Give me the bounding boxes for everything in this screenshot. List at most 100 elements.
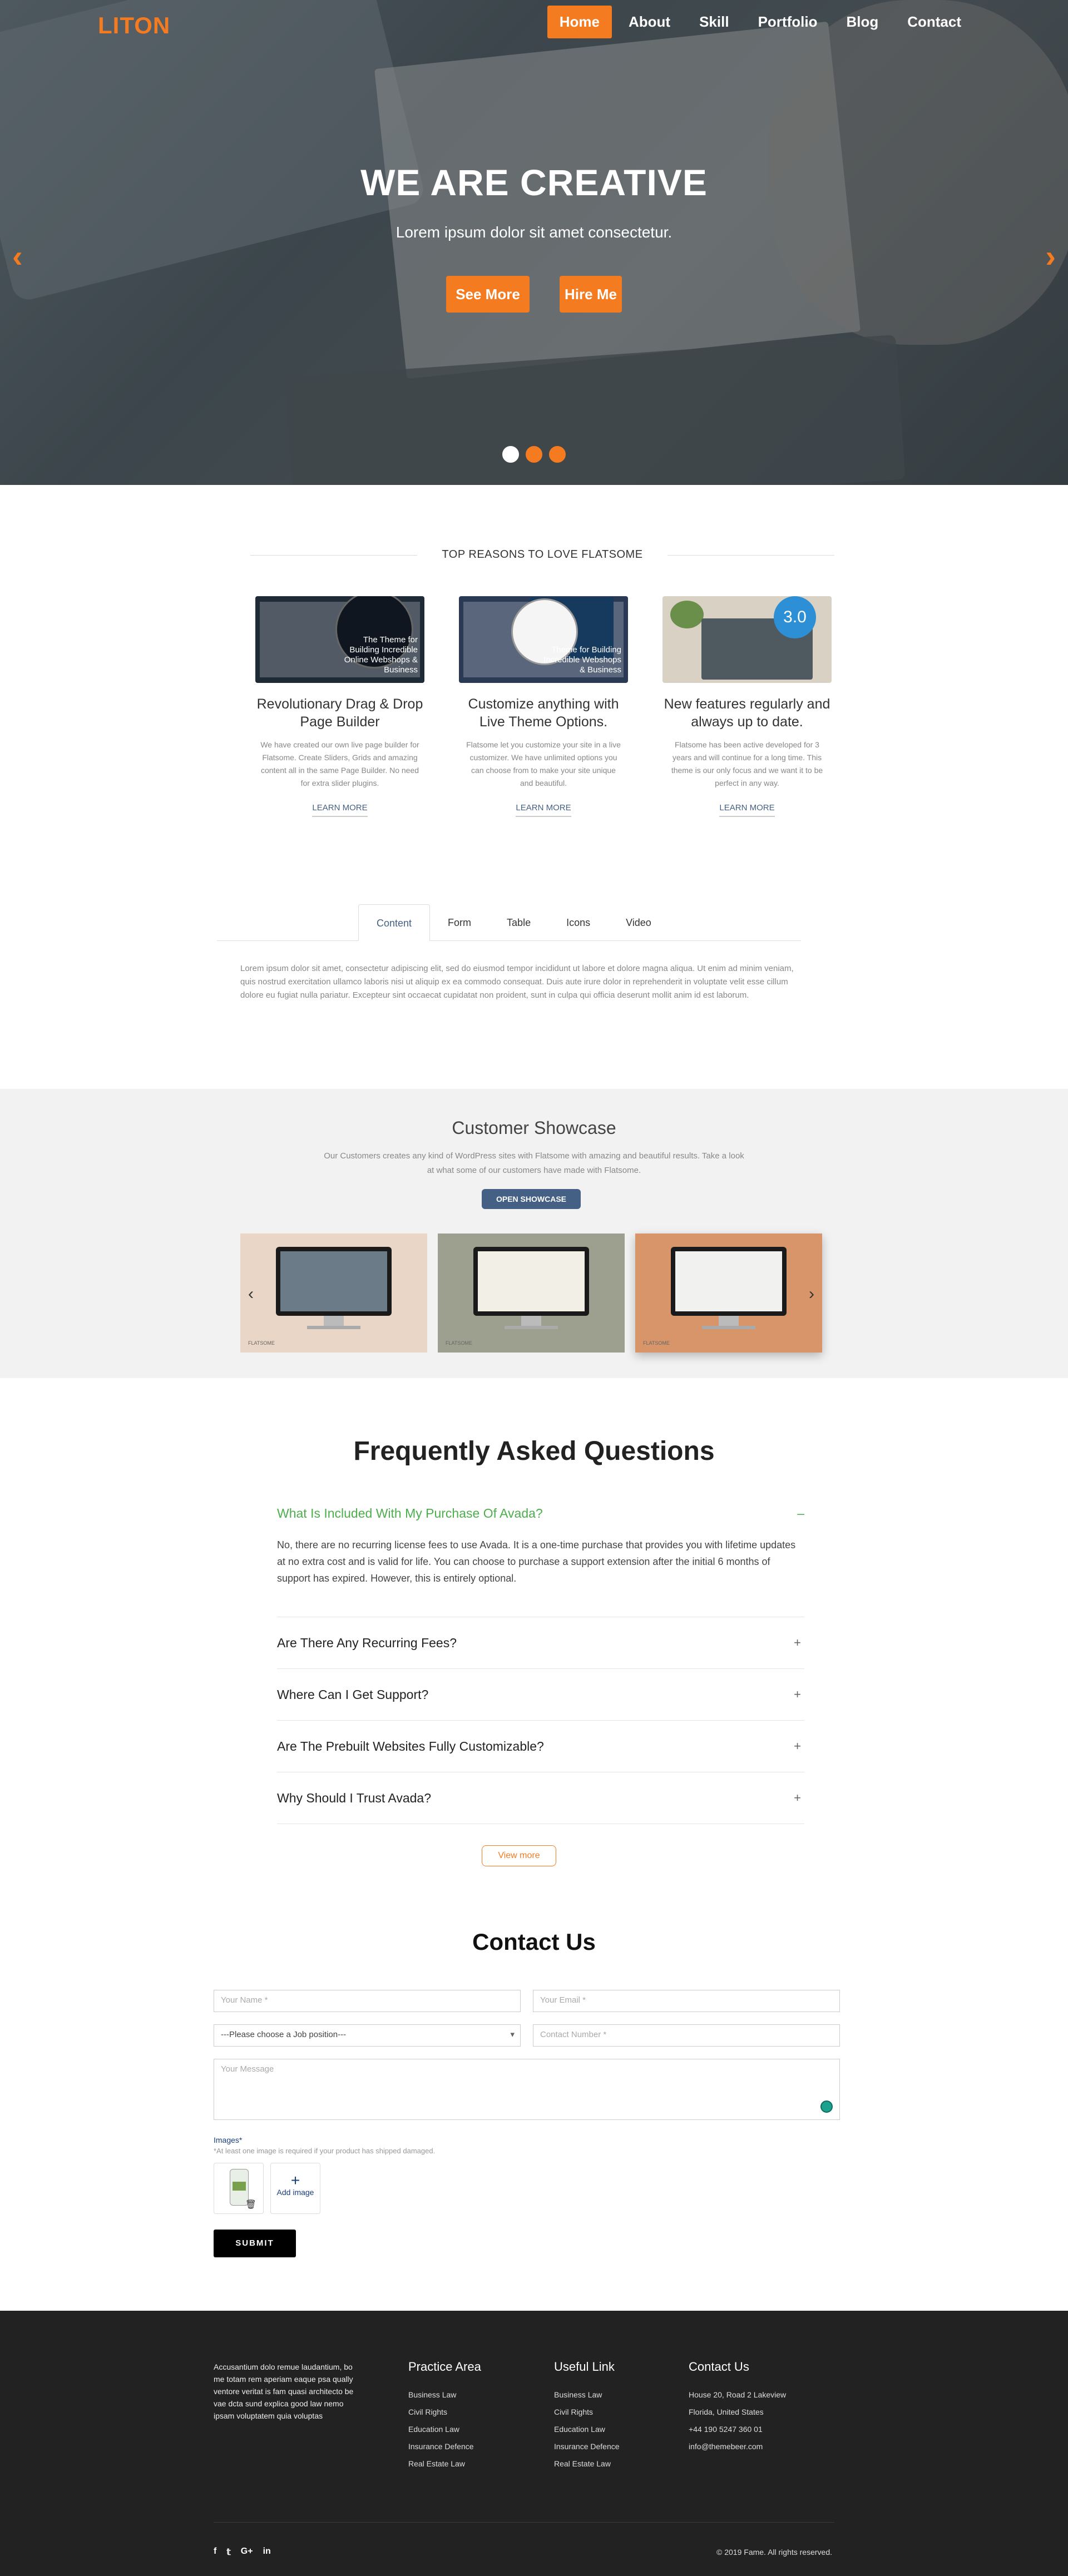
trash-icon[interactable]: 🗑: [245, 2199, 256, 2210]
hire-me-button[interactable]: Hire Me: [560, 276, 622, 313]
faq-question-text: Are The Prebuilt Websites Fully Customiz…: [277, 1738, 544, 1753]
footer-address: House 20, Road 2 Lakeview: [689, 2390, 787, 2399]
nav-home[interactable]: Home: [547, 6, 612, 38]
job-position-select[interactable]: ---Please choose a Job position---: [214, 2024, 521, 2047]
footer-link[interactable]: Real Estate Law: [554, 2455, 620, 2473]
email-field[interactable]: Your Email *: [533, 1990, 840, 2012]
feature-text: Flatsome has been active developed for 3…: [671, 740, 823, 787]
tab-table[interactable]: Table: [489, 904, 548, 941]
faq-question-text: Why Should I Trust Avada?: [277, 1790, 432, 1805]
footer-link[interactable]: Civil Rights: [554, 2404, 620, 2421]
hero-buttons: See More Hire Me: [0, 276, 1068, 313]
feature-text: Flatsome let you customize your site in …: [466, 740, 621, 787]
showcase-card[interactable]: FLATSOME: [635, 1233, 822, 1353]
footer: Accusantium dolo remue laudantium, bo me…: [0, 2311, 1068, 2576]
nav-portfolio[interactable]: Portfolio: [746, 6, 830, 38]
add-image-button[interactable]: + Add image: [270, 2163, 320, 2214]
footer-link[interactable]: Business Law: [408, 2386, 481, 2404]
tab-content[interactable]: Content: [358, 904, 431, 941]
learn-more-link[interactable]: LEARN MORE: [312, 803, 368, 817]
nav-contact[interactable]: Contact: [895, 6, 973, 38]
faq-question-text: Where Can I Get Support?: [277, 1687, 429, 1702]
feature-image: The Theme for Building Incredible Online…: [255, 596, 424, 683]
monitor-foot: [307, 1326, 360, 1329]
footer-link[interactable]: Education Law: [408, 2421, 481, 2438]
images-label: Images*: [214, 2136, 243, 2144]
nav-skill[interactable]: Skill: [687, 6, 741, 38]
monitor-stand: [521, 1316, 541, 1327]
site-logo[interactable]: LITON: [98, 12, 170, 39]
learn-more-link[interactable]: LEARN MORE: [516, 803, 571, 817]
main-nav: Home About Skill Portfolio Blog Contact: [547, 6, 973, 38]
footer-heading: Practice Area: [408, 2360, 481, 2374]
nav-blog[interactable]: Blog: [834, 6, 891, 38]
footer-link[interactable]: Education Law: [554, 2421, 620, 2438]
thumb-caption: The Theme for Building Incredible Online…: [344, 635, 418, 675]
faq-question[interactable]: Are There Any Recurring Fees? +: [277, 1617, 804, 1669]
nav-about[interactable]: About: [616, 6, 683, 38]
tab-icons[interactable]: Icons: [548, 904, 608, 941]
footer-divider: [214, 2522, 834, 2523]
open-showcase-button[interactable]: OPEN SHOWCASE: [482, 1189, 581, 1209]
feature-heading: Revolutionary Drag & Drop Page Builder: [256, 696, 423, 730]
slider-dot[interactable]: [549, 446, 566, 463]
monitor-screen: [478, 1251, 585, 1311]
footer-email[interactable]: info@themebeer.com: [689, 2438, 786, 2455]
add-image-label: Add image: [276, 2188, 314, 2197]
chevron-left-icon[interactable]: ‹: [12, 238, 23, 274]
card-label: FLATSOME: [643, 1340, 670, 1346]
message-field[interactable]: Your Message: [214, 2059, 840, 2120]
carousel-next-icon[interactable]: ›: [809, 1285, 814, 1304]
hero-slider: LITON Home About Skill Portfolio Blog Co…: [0, 0, 1068, 485]
footer-link[interactable]: Business Law: [554, 2386, 620, 2404]
faq-question-open[interactable]: What Is Included With My Purchase Of Ava…: [277, 1502, 804, 1525]
feature-card: Theme for Building Incredible Webshops &…: [455, 596, 632, 817]
thumb-caption: Theme for Building Incredible Webshops &…: [543, 645, 621, 675]
footer-about: Accusantium dolo remue laudantium, bo me…: [214, 2362, 354, 2420]
carousel-prev-icon[interactable]: ‹: [248, 1285, 254, 1304]
showcase-card[interactable]: FLATSOME: [438, 1233, 625, 1353]
view-more-button[interactable]: View more: [482, 1845, 556, 1866]
monitor-stand: [324, 1316, 344, 1327]
footer-link[interactable]: Insurance Defence: [408, 2438, 481, 2455]
footer-link[interactable]: Insurance Defence: [554, 2438, 620, 2455]
linkedin-icon[interactable]: in: [263, 2547, 271, 2558]
customer-showcase: Customer Showcase Our Customers creates …: [0, 1089, 1068, 1378]
tab-video[interactable]: Video: [608, 904, 669, 941]
name-field[interactable]: Your Name *: [214, 1990, 521, 2012]
slider-dot[interactable]: [526, 446, 542, 463]
tab-panel-text: Lorem ipsum dolor sit amet, consectetur …: [240, 964, 794, 1000]
faq-question[interactable]: Are The Prebuilt Websites Fully Customiz…: [277, 1721, 804, 1772]
feature-image: 3.0: [662, 596, 832, 683]
uploaded-image: 🗑: [214, 2163, 264, 2214]
tab-form[interactable]: Form: [430, 904, 489, 941]
faq-accordion: What Is Included With My Purchase Of Ava…: [277, 1502, 804, 1824]
message-placeholder: Your Message: [221, 2064, 274, 2074]
footer-heading: Contact Us: [689, 2360, 749, 2374]
grammarly-icon[interactable]: [820, 2101, 833, 2113]
card-label: FLATSOME: [248, 1340, 275, 1346]
faq-answer: No, there are no recurring license fees …: [277, 1525, 804, 1617]
footer-link[interactable]: Real Estate Law: [408, 2455, 481, 2473]
facebook-icon[interactable]: f: [214, 2547, 216, 2558]
google-plus-icon[interactable]: G+: [241, 2547, 253, 2558]
plus-icon: +: [794, 1791, 801, 1805]
learn-more-link[interactable]: LEARN MORE: [719, 803, 775, 817]
showcase-card[interactable]: FLATSOME: [240, 1233, 427, 1353]
version-badge: 3.0: [774, 596, 816, 638]
see-more-button[interactable]: See More: [446, 276, 530, 313]
faq-question[interactable]: Why Should I Trust Avada? +: [277, 1772, 804, 1824]
footer-contact: Contact Us House 20, Road 2 Lakeview Flo…: [689, 2360, 786, 2455]
footer-link[interactable]: Civil Rights: [408, 2404, 481, 2421]
faq-question[interactable]: Where Can I Get Support? +: [277, 1669, 804, 1721]
image-uploads: 🗑 + Add image: [214, 2163, 840, 2214]
plus-icon: +: [290, 2172, 300, 2189]
contact-number-field[interactable]: Contact Number *: [533, 2024, 840, 2047]
feature-heading: Customize anything with Live Theme Optio…: [468, 696, 619, 730]
slider-dot[interactable]: [502, 446, 519, 463]
card-label: FLATSOME: [446, 1340, 472, 1346]
copyright: © 2019 Fame. All rights reserved.: [716, 2548, 832, 2557]
submit-button[interactable]: SUBMIT: [214, 2230, 296, 2257]
twitter-icon[interactable]: 𝕥: [226, 2547, 230, 2558]
chevron-right-icon[interactable]: ›: [1045, 238, 1056, 274]
